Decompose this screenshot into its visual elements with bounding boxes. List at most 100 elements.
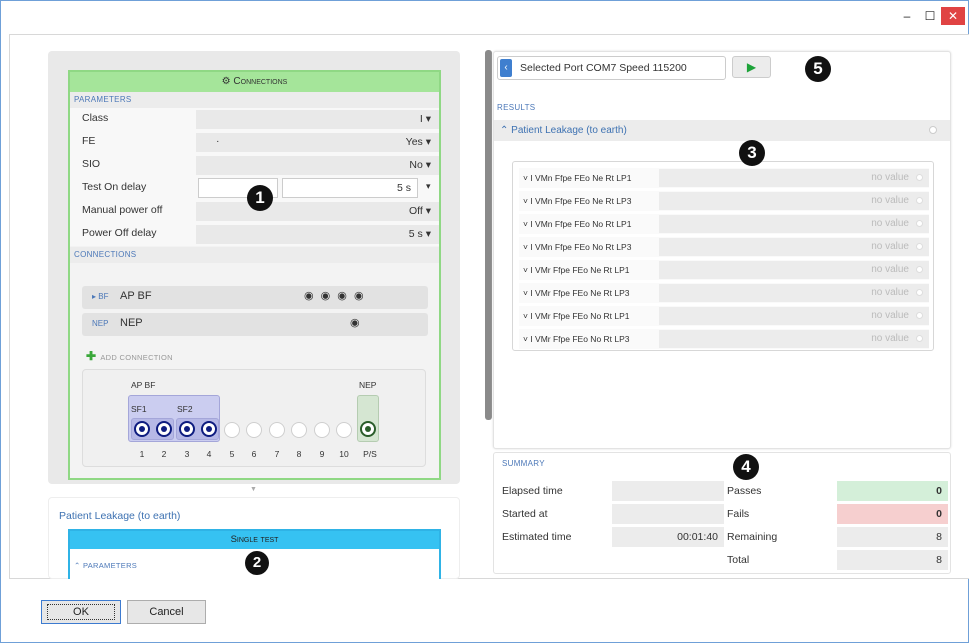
pin-10[interactable] [336, 422, 352, 438]
result-name: ˅ I VMn Ffpe FEo No Rt LP3 [523, 242, 632, 252]
pin-number: 10 [339, 449, 349, 459]
param-label: SIO [82, 158, 101, 170]
summary-label-text: Started at [502, 508, 548, 520]
summary-label-text: Estimated time [502, 531, 572, 543]
connection-tag: NEP [92, 319, 109, 328]
result-row[interactable]: ˅ I VMn Ffpe FEo Ne Rt LP3 no value [519, 191, 929, 211]
pin-3[interactable] [179, 421, 195, 437]
result-value-box: no value [659, 169, 929, 187]
sio-dropdown[interactable]: No ▾ [196, 156, 439, 175]
remaining-value: 8 [936, 531, 942, 543]
status-circle-icon [916, 312, 923, 319]
result-value: no value [871, 195, 909, 206]
parameters-toggle[interactable]: ⌃ PARAMETERS [74, 561, 137, 570]
result-name: ˅ I VMn Ffpe FEo No Rt LP1 [523, 219, 632, 229]
pin-1[interactable] [134, 421, 150, 437]
test-on-delay-value[interactable]: 5 s [282, 178, 418, 198]
class-dropdown[interactable]: I ▾ [196, 110, 439, 129]
maximize-button[interactable]: ☐ [919, 7, 941, 25]
back-arrow-icon[interactable]: ‹ [500, 59, 512, 77]
param-label: Manual power off [82, 204, 163, 216]
pin-9[interactable] [314, 422, 330, 438]
power-off-delay-dropdown[interactable]: 5 s ▾ [196, 225, 439, 244]
minimize-button[interactable]: – [896, 7, 918, 25]
result-row[interactable]: ˅ I VMn Ffpe FEo Ne Rt LP1 no value [519, 168, 929, 188]
status-circle-icon [916, 220, 923, 227]
result-name: ˅ I VMr Ffpe FEo No Rt LP3 [523, 334, 630, 344]
result-value-box: no value [659, 307, 929, 325]
status-circle-icon [916, 335, 923, 342]
dropdown-value: No ▾ [409, 159, 431, 171]
pin-ps[interactable] [360, 421, 376, 437]
delay-value: 5 s [396, 182, 411, 194]
chevron-down-icon[interactable]: ▼ [250, 486, 257, 493]
pin-5[interactable] [224, 422, 240, 438]
status-circle-icon [916, 266, 923, 273]
plus-icon: ✚ [86, 349, 97, 363]
add-connection-button[interactable]: ✚ ADD CONNECTION [86, 349, 173, 363]
group-label-ap-bf: AP BF [131, 380, 156, 390]
summary-label-text: Passes [727, 485, 762, 497]
result-row[interactable]: ˅ I VMn Ffpe FEo No Rt LP3 no value [519, 237, 929, 257]
pin-6[interactable] [246, 422, 262, 438]
param-label: Test On delay [82, 181, 147, 193]
param-row-fe: FE · Yes ▾ [70, 131, 439, 154]
result-row[interactable]: ˅ I VMn Ffpe FEo No Rt LP1 no value [519, 214, 929, 234]
result-value-box: no value [659, 330, 929, 348]
result-group-title: ⌃ Patient Leakage (to earth) [500, 125, 627, 136]
connection-row-ap-bf[interactable]: ▸ BF AP BF ◉ ◉ ◉ ◉ [82, 286, 428, 309]
chevron-down-icon[interactable]: ▾ [426, 181, 431, 192]
summary-label-text: Total [727, 554, 750, 566]
elapsed-value-box [612, 481, 724, 501]
port-selector[interactable]: ‹ Selected Port COM7 Speed 115200 [497, 56, 726, 80]
close-button[interactable]: ✕ [941, 7, 965, 25]
result-group-header[interactable]: ⌃ Patient Leakage (to earth) [494, 120, 950, 141]
cancel-button[interactable]: Cancel [127, 600, 206, 624]
estimated-value-box: 00:01:40 [612, 527, 724, 547]
callout-marker-3: 3 [739, 140, 765, 166]
result-value: no value [871, 287, 909, 298]
result-value: no value [871, 310, 909, 321]
pin-2[interactable] [156, 421, 172, 437]
ok-button[interactable]: OK [41, 600, 121, 624]
pin-number: 3 [184, 449, 190, 459]
result-row[interactable]: ˅ I VMr Ffpe FEo Ne Rt LP1 no value [519, 260, 929, 280]
play-button[interactable]: ▶ [732, 56, 771, 78]
connection-row-nep[interactable]: NEP NEP ◉ [82, 313, 428, 336]
result-value: no value [871, 241, 909, 252]
group-label-nep: NEP [359, 380, 377, 390]
dropdown-value: Yes ▾ [405, 136, 431, 148]
port-info: Selected Port COM7 Speed 115200 [520, 62, 687, 74]
status-circle-icon [916, 197, 923, 204]
pin-number: P/S [363, 449, 377, 459]
result-name: ˅ I VMr Ffpe FEo Ne Rt LP1 [523, 265, 630, 275]
result-value: no value [871, 172, 909, 183]
param-row-class: Class I ▾ [70, 108, 439, 131]
sf1-label: SF1 [131, 404, 147, 414]
result-value-box: no value [659, 284, 929, 302]
result-row[interactable]: ˅ I VMr Ffpe FEo Ne Rt LP3 no value [519, 283, 929, 303]
manual-power-off-dropdown[interactable]: Off ▾ [196, 202, 439, 221]
sf2-label: SF2 [177, 404, 193, 414]
fails-value: 0 [936, 508, 942, 520]
callout-marker-2: 2 [245, 551, 269, 575]
pin-number: 6 [251, 449, 257, 459]
summary-label: SUMMARY [502, 459, 545, 468]
pin-number: 2 [161, 449, 167, 459]
result-row[interactable]: ˅ I VMr Ffpe FEo No Rt LP1 no value [519, 306, 929, 326]
result-name: ˅ I VMn Ffpe FEo Ne Rt LP3 [523, 196, 632, 206]
param-label: Class [82, 112, 109, 124]
pin-4[interactable] [201, 421, 217, 437]
fe-dropdown[interactable]: · Yes ▾ [196, 133, 439, 152]
pin-number: 9 [319, 449, 325, 459]
result-value-box: no value [659, 238, 929, 256]
result-row[interactable]: ˅ I VMr Ffpe FEo No Rt LP3 no value [519, 329, 929, 349]
pin-7[interactable] [269, 422, 285, 438]
started-value-box [612, 504, 724, 524]
vertical-scrollbar[interactable] [485, 50, 492, 420]
pin-number: 5 [229, 449, 235, 459]
pin-dots-icon: ◉ [350, 317, 362, 329]
pin-number: 8 [296, 449, 302, 459]
pin-8[interactable] [291, 422, 307, 438]
connections-header: ⚙ Connections [70, 72, 439, 92]
